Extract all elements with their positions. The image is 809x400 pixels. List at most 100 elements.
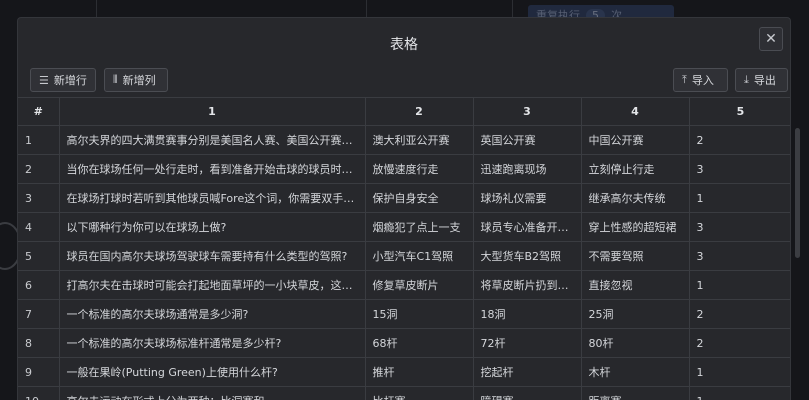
table-cell[interactable]: 打高尔夫在击球时可能会打起地面草坪的一小块草皮，这时需... — [59, 270, 366, 300]
table-cell[interactable]: 木杆 — [581, 357, 690, 387]
table-cell[interactable]: 障碍赛 — [473, 386, 582, 400]
table-cell[interactable]: 高尔夫运动在形式上分为两种：比洞赛和... — [59, 386, 366, 400]
table-row[interactable]: 5 球员在国内高尔夫球场驾驶球车需要持有什么类型的驾照? 小型汽车C1驾照 大型货车B… — [18, 241, 790, 271]
export-button[interactable]: ⤓ 导出 — [735, 68, 788, 92]
table-cell[interactable]: 球员在国内高尔夫球场驾驶球车需要持有什么类型的驾照? — [59, 241, 366, 271]
row-index-cell[interactable]: 6 — [18, 270, 60, 300]
table-row[interactable]: 1 高尔夫界的四大满贯赛事分别是美国名人赛、美国公开赛、美... 澳大利亚公开赛 英国… — [18, 125, 790, 155]
table-cell[interactable]: 72杆 — [473, 328, 582, 358]
table-cell[interactable]: 球场礼仪需要 — [473, 183, 582, 213]
table-row[interactable]: 2 当你在球场任何一处行走时，看到准备开始击球的球员时，你... 放慢速度行走 迅速跑… — [18, 154, 790, 184]
table-cell[interactable]: 1 — [689, 270, 790, 300]
row-index-cell[interactable]: 3 — [18, 183, 60, 213]
table-cell[interactable]: 英国公开赛 — [473, 125, 582, 155]
table-cell[interactable]: 距离赛 — [581, 386, 690, 400]
table-cell[interactable]: 3 — [689, 154, 790, 184]
column-header[interactable]: 1 — [59, 97, 366, 126]
row-index-cell[interactable]: 1 — [18, 125, 60, 155]
close-icon: ✕ — [765, 31, 777, 47]
row-index-cell[interactable]: 10 — [18, 386, 60, 400]
table-cell[interactable]: 18洞 — [473, 299, 582, 329]
add-column-icon: ⫴ — [113, 73, 118, 86]
column-header[interactable]: # — [18, 97, 60, 126]
close-button[interactable]: ✕ — [759, 27, 783, 51]
table-cell[interactable]: 3 — [689, 241, 790, 271]
table-cell[interactable]: 2 — [689, 328, 790, 358]
row-index-cell[interactable]: 4 — [18, 212, 60, 242]
export-label: 导出 — [753, 74, 776, 87]
column-header[interactable]: 5 — [689, 97, 790, 126]
toolbar: ☰ 新增行 ⫴ 新增列 ⤒ 导入 ⤓ 导出 — [18, 68, 790, 98]
table-row[interactable]: 8 一个标准的高尔夫球场标准杆通常是多少杆? 68杆 72杆 80杆 2 — [18, 328, 790, 358]
table-cell[interactable]: 小型汽车C1驾照 — [365, 241, 474, 271]
table-cell[interactable]: 放慢速度行走 — [365, 154, 474, 184]
table-header-row: # 1 2 3 4 5 — [18, 97, 790, 126]
table-cell[interactable]: 澳大利亚公开赛 — [365, 125, 474, 155]
column-header[interactable]: 2 — [365, 97, 474, 126]
table-cell[interactable]: 大型货车B2驾照 — [473, 241, 582, 271]
table-cell[interactable]: 保护自身安全 — [365, 183, 474, 213]
table-cell[interactable]: 2 — [689, 299, 790, 329]
bg-divider — [366, 0, 367, 18]
table-cell[interactable]: 烟瘾犯了点上一支 — [365, 212, 474, 242]
page-scrollbar[interactable] — [795, 128, 800, 258]
table-cell[interactable]: 3 — [689, 212, 790, 242]
table-cell[interactable]: 1 — [689, 386, 790, 400]
bg-divider — [512, 0, 513, 18]
table-cell[interactable]: 推杆 — [365, 357, 474, 387]
import-button[interactable]: ⤒ 导入 — [673, 68, 728, 92]
table-cell[interactable]: 一般在果岭(Putting Green)上使用什么杆? — [59, 357, 366, 387]
add-column-label: 新增列 — [122, 74, 156, 87]
table-cell[interactable]: 在球场打球时若听到其他球员喊Fore这个词，你需要双手护头... — [59, 183, 366, 213]
bg-divider — [96, 0, 97, 18]
table-cell[interactable]: 1 — [689, 357, 790, 387]
table-cell[interactable]: 不需要驾照 — [581, 241, 690, 271]
import-label: 导入 — [691, 74, 714, 87]
table-row[interactable]: 10高尔夫运动在形式上分为两种：比洞赛和...比杆赛障碍赛距离赛1 — [18, 386, 790, 400]
table-cell[interactable]: 直接忽视 — [581, 270, 690, 300]
row-index-cell[interactable]: 9 — [18, 357, 60, 387]
table-cell[interactable]: 挖起杆 — [473, 357, 582, 387]
table-row[interactable]: 9 一般在果岭(Putting Green)上使用什么杆? 推杆 挖起杆 木杆 1 — [18, 357, 790, 387]
table-cell[interactable]: 中国公开赛 — [581, 125, 690, 155]
table-cell[interactable]: 一个标准的高尔夫球场标准杆通常是多少杆? — [59, 328, 366, 358]
table-cell[interactable]: 高尔夫界的四大满贯赛事分别是美国名人赛、美国公开赛、美... — [59, 125, 366, 155]
table-cell[interactable]: 68杆 — [365, 328, 474, 358]
table-row[interactable]: 3 在球场打球时若听到其他球员喊Fore这个词，你需要双手护头... 保护自身安全球… — [18, 183, 790, 213]
dialog-header: 表格 ✕ — [18, 18, 790, 68]
add-column-button[interactable]: ⫴ 新增列 — [104, 68, 168, 92]
table-cell[interactable]: 一个标准的高尔夫球场通常是多少洞? — [59, 299, 366, 329]
download-icon: ⤓ — [744, 73, 749, 86]
table-row[interactable]: 7 一个标准的高尔夫球场通常是多少洞? 15洞 18洞 25洞 2 — [18, 299, 790, 329]
table-cell[interactable]: 80杆 — [581, 328, 690, 358]
row-index-cell[interactable]: 8 — [18, 328, 60, 358]
table-cell[interactable]: 继承高尔夫传统 — [581, 183, 690, 213]
table-cell[interactable]: 修复草皮断片 — [365, 270, 474, 300]
table-cell[interactable]: 立刻停止行走 — [581, 154, 690, 184]
table-cell[interactable]: 15洞 — [365, 299, 474, 329]
row-index-cell[interactable]: 7 — [18, 299, 60, 329]
table-cell[interactable]: 迅速跑离现场 — [473, 154, 582, 184]
table-row[interactable]: 4 以下哪种行为你可以在球场上做? 烟瘾犯了点上一支 球员专心准备开球... 穿上性感的… — [18, 212, 790, 242]
add-row-icon: ☰ — [39, 73, 49, 87]
upload-icon: ⤒ — [682, 73, 687, 86]
dialog-title: 表格 — [390, 37, 418, 53]
column-header[interactable]: 3 — [473, 97, 582, 126]
table-cell[interactable]: 当你在球场任何一处行走时，看到准备开始击球的球员时，你... — [59, 154, 366, 184]
add-row-button[interactable]: ☰ 新增行 — [30, 68, 96, 92]
table-cell[interactable]: 比杆赛 — [365, 386, 474, 400]
row-index-cell[interactable]: 5 — [18, 241, 60, 271]
column-header[interactable]: 4 — [581, 97, 690, 126]
table-cell[interactable]: 1 — [689, 183, 790, 213]
table-cell[interactable]: 将草皮断片扔到垃... — [473, 270, 582, 300]
row-index-cell[interactable]: 2 — [18, 154, 60, 184]
table-dialog: 表格 ✕ ☰ 新增行 ⫴ 新增列 ⤒ 导入 ⤓ 导出 # 1 2 3 4 5 1… — [17, 17, 791, 400]
table-row[interactable]: 6 打高尔夫在击球时可能会打起地面草坪的一小块草皮，这时需... 修复草皮断片 将草皮… — [18, 270, 790, 300]
table-cell[interactable]: 以下哪种行为你可以在球场上做? — [59, 212, 366, 242]
table-cell[interactable]: 2 — [689, 125, 790, 155]
table-cell[interactable]: 球员专心准备开球... — [473, 212, 582, 242]
data-table: # 1 2 3 4 5 1 高尔夫界的四大满贯赛事分别是美国名人赛、美国公开赛、美… — [18, 97, 790, 400]
table-cell[interactable]: 25洞 — [581, 299, 690, 329]
data-table-container[interactable]: # 1 2 3 4 5 1 高尔夫界的四大满贯赛事分别是美国名人赛、美国公开赛、美… — [18, 97, 790, 400]
table-cell[interactable]: 穿上性感的超短裙 — [581, 212, 690, 242]
